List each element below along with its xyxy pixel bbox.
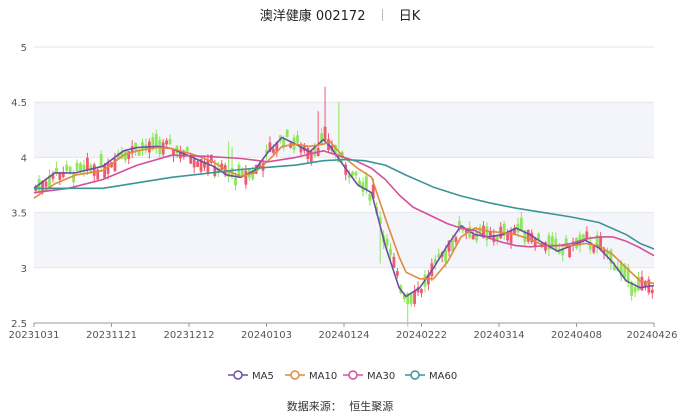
x-tick-label: 20231121 [86, 330, 137, 341]
candle-body [509, 229, 513, 244]
y-tick-label: 3.5 [11, 209, 27, 220]
candle-body [168, 139, 172, 145]
source-value: 恒生聚源 [349, 400, 394, 413]
candle-body [75, 162, 79, 171]
candle-body [141, 142, 144, 150]
y-tick-label: 5 [21, 43, 27, 54]
plot-band [34, 267, 654, 323]
legend-label: MA5 [252, 371, 274, 382]
candle-body [65, 164, 69, 171]
candle-body [58, 172, 62, 180]
candle-body [409, 293, 413, 304]
candle-body [392, 256, 396, 268]
candle-body [364, 176, 368, 190]
legend-item-ma30: MA30 [343, 370, 395, 382]
plot-band [34, 102, 654, 158]
y-tick-label: 4.5 [11, 98, 27, 109]
legend-item-ma10: MA10 [285, 370, 337, 382]
candle-body [185, 147, 189, 152]
x-tick-label: 20231212 [164, 330, 215, 341]
candle-body [234, 177, 237, 186]
candle-body [92, 164, 96, 176]
candle-body [151, 137, 155, 147]
x-axis: 20231031 20231121 20231212 20240103 20240124… [9, 322, 678, 341]
candle-body [68, 167, 72, 172]
candle-body [581, 234, 585, 239]
candle-body [296, 135, 299, 143]
candle-body [285, 129, 289, 137]
candle-body [506, 233, 510, 241]
candle-body [454, 237, 458, 243]
kline-chart: 2.533.544.55 20231031 20231121 20231212 202… [9, 43, 678, 382]
plot-band [34, 47, 654, 103]
legend: MA5 MA10 MA30 MA60 [228, 370, 457, 382]
legend-label: MA30 [367, 371, 395, 382]
legend-label: MA10 [309, 371, 337, 382]
candle-body [85, 157, 89, 171]
candle-body [526, 229, 530, 242]
legend-item-ma5: MA5 [228, 370, 274, 382]
candle-body [389, 248, 392, 256]
candle-body [354, 171, 358, 176]
legend-label: MA60 [429, 371, 457, 382]
candle-body [368, 193, 372, 201]
y-tick-label: 2.5 [11, 319, 27, 330]
candle-body [206, 160, 210, 174]
legend-item-ma60: MA60 [405, 370, 457, 382]
candle [285, 129, 289, 138]
x-tick-label: 20240222 [396, 330, 447, 341]
x-tick-label: 20240426 [627, 330, 678, 341]
y-tick-label: 4 [21, 153, 27, 164]
candle-body [554, 238, 558, 250]
candle-body [323, 126, 327, 141]
candle [526, 229, 530, 244]
candle-body [568, 246, 572, 258]
source-label: 数据来源： [286, 400, 342, 413]
candle-body [196, 161, 200, 167]
candle-body [413, 291, 417, 304]
x-tick-label: 20240408 [551, 330, 602, 341]
candle-body [79, 163, 82, 172]
data-source: 数据来源： 恒生聚源 [0, 398, 680, 414]
candle-body [444, 249, 448, 263]
legend-marker [410, 370, 420, 380]
candle-body [519, 217, 523, 231]
candle-body [192, 159, 196, 168]
x-tick-label: 20240124 [319, 330, 370, 341]
candle-body [351, 171, 355, 176]
candle-body [127, 151, 131, 160]
x-tick-label: 20231031 [9, 330, 60, 341]
chart-card: 澳洋健康 002172 日K 2.5 3 3.5 4 4.5 5 20231031 2023… [0, 0, 680, 413]
candle-body [420, 288, 423, 294]
candle-body [244, 170, 248, 185]
candle-body [650, 289, 654, 294]
candle-body [271, 148, 275, 153]
legend-marker [290, 370, 300, 380]
legend-marker [348, 370, 358, 380]
candle-body [165, 140, 169, 145]
plot-band [34, 212, 654, 268]
x-tick-label: 20240103 [241, 330, 292, 341]
candle-body [99, 154, 103, 168]
candle-body [44, 181, 48, 187]
legend-marker [233, 370, 243, 380]
candle-body [633, 287, 637, 293]
candle-body [385, 238, 389, 246]
y-axis: 2.5 3 3.5 4 4.5 5 [11, 43, 27, 330]
candle-body [395, 271, 399, 276]
candle-body [471, 235, 475, 240]
y-tick-label: 3 [21, 264, 27, 275]
candle-body [134, 142, 138, 151]
x-tick-label: 20240314 [474, 330, 525, 341]
